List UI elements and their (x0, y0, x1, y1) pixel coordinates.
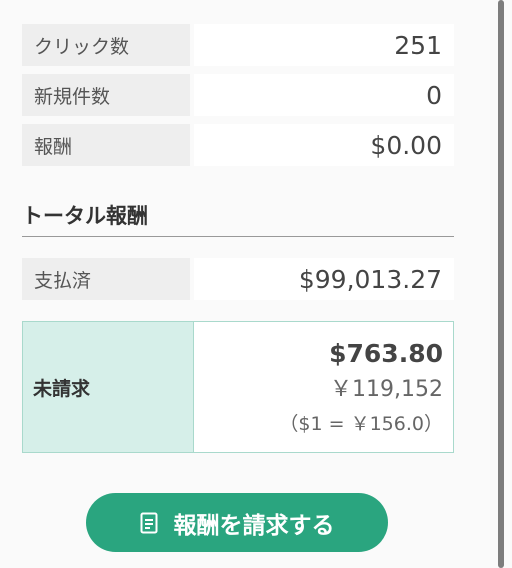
exchange-rate: （$1 = ￥156.0） (279, 413, 443, 435)
paid-label: 支払済 (22, 258, 190, 300)
stat-row-reward: 報酬 $0.00 (22, 124, 454, 166)
stat-label-new: 新規件数 (22, 74, 190, 116)
unbilled-jpy: ￥119,152 (330, 377, 443, 402)
stat-label-reward: 報酬 (22, 124, 190, 166)
request-reward-button[interactable]: 報酬を請求する (86, 493, 388, 552)
stat-value-clicks: 251 (194, 24, 454, 66)
stat-value-new: 0 (194, 74, 454, 116)
unbilled-usd: $763.80 (329, 339, 443, 368)
unbilled-label: 未請求 (23, 322, 194, 452)
stat-value-reward: $0.00 (194, 124, 454, 166)
scrollbar[interactable] (494, 0, 512, 568)
total-reward-heading: トータル報酬 (22, 204, 148, 228)
scrollbar-thumb[interactable] (498, 0, 504, 568)
unbilled-values: $763.80 ￥119,152 （$1 = ￥156.0） (194, 322, 453, 452)
stat-row-new: 新規件数 0 (22, 74, 454, 116)
stat-label-clicks: クリック数 (22, 24, 190, 66)
document-icon (140, 512, 158, 534)
paid-row: 支払済 $99,013.27 (22, 258, 454, 300)
stat-row-clicks: クリック数 251 (22, 24, 454, 66)
paid-value: $99,013.27 (194, 258, 454, 300)
request-reward-label: 報酬を請求する (173, 512, 335, 539)
unbilled-box: 未請求 $763.80 ￥119,152 （$1 = ￥156.0） (22, 321, 454, 453)
section-divider (22, 236, 454, 237)
